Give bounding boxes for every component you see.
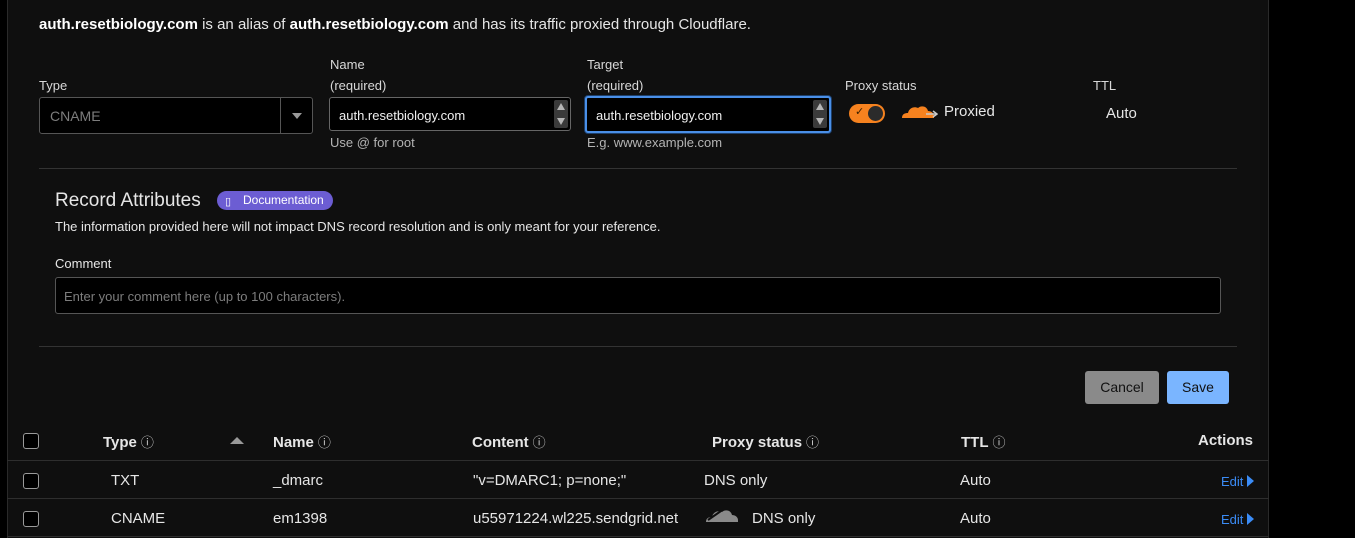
edit-button[interactable]: Edit bbox=[1221, 474, 1255, 489]
info-icon[interactable]: ⓘ bbox=[533, 435, 546, 450]
row-content: u55971224.wl225.sendgrid.net bbox=[473, 510, 679, 527]
record-attributes-description: The information provided here will not i… bbox=[55, 219, 661, 234]
alias-notice: auth.resetbiology.com is an alias of aut… bbox=[39, 16, 751, 33]
caret-right-icon bbox=[1247, 475, 1255, 487]
divider bbox=[39, 168, 1237, 169]
row-name: em1398 bbox=[273, 510, 328, 527]
record-attributes-title: Record Attributes bbox=[55, 190, 201, 211]
sort-ascending-icon[interactable] bbox=[230, 437, 244, 444]
comment-input[interactable]: Enter your comment here (up to 100 chara… bbox=[55, 277, 1221, 314]
column-header-ttl[interactable]: TTL ⓘ bbox=[961, 432, 1006, 451]
row-type: CNAME bbox=[111, 510, 166, 527]
row-divider bbox=[7, 498, 1269, 499]
column-header-actions: Actions bbox=[1198, 432, 1254, 449]
name-required: (required) bbox=[330, 78, 387, 93]
column-header-type[interactable]: Type ⓘ bbox=[103, 432, 154, 451]
name-hint: Use @ for root bbox=[330, 135, 415, 150]
column-header-name-label: Name bbox=[273, 434, 314, 451]
row-divider bbox=[7, 536, 1269, 537]
documentation-link[interactable]: ▯ Documentation bbox=[217, 191, 333, 210]
select-all-checkbox[interactable] bbox=[23, 433, 39, 449]
grey-cloud-icon bbox=[706, 510, 738, 522]
target-input[interactable]: auth.resetbiology.com bbox=[585, 96, 831, 133]
row-ttl: Auto bbox=[960, 510, 991, 527]
edit-label: Edit bbox=[1221, 474, 1244, 489]
row-name: _dmarc bbox=[273, 472, 324, 489]
info-icon[interactable]: ⓘ bbox=[318, 435, 331, 450]
type-label: Type bbox=[39, 78, 68, 93]
row-checkbox[interactable] bbox=[23, 473, 39, 489]
row-proxy-status: DNS only bbox=[752, 510, 816, 527]
check-icon: ✓ bbox=[855, 106, 865, 118]
target-hint: E.g. www.example.com bbox=[587, 135, 723, 150]
alias-text-1: is an alias of bbox=[202, 16, 286, 33]
target-label: Target bbox=[587, 57, 624, 72]
alias-host: auth.resetbiology.com bbox=[39, 16, 198, 33]
page-background bbox=[1270, 0, 1355, 538]
type-select[interactable]: CNAME bbox=[39, 97, 313, 134]
edit-button[interactable]: Edit bbox=[1221, 512, 1255, 527]
resize-stepper-icon[interactable] bbox=[554, 100, 568, 128]
proxy-status-value: Proxied bbox=[944, 103, 995, 120]
column-header-type-label: Type bbox=[103, 434, 137, 451]
row-ttl: Auto bbox=[960, 472, 991, 489]
cancel-button[interactable]: Cancel bbox=[1085, 371, 1159, 404]
alias-target: auth.resetbiology.com bbox=[289, 16, 449, 33]
column-header-content[interactable]: Content ⓘ bbox=[472, 432, 546, 451]
info-icon[interactable]: ⓘ bbox=[806, 435, 819, 450]
divider bbox=[39, 346, 1237, 347]
row-type: TXT bbox=[111, 472, 140, 489]
comment-placeholder: Enter your comment here (up to 100 chara… bbox=[64, 289, 346, 304]
proxy-toggle[interactable]: ✓ bbox=[849, 104, 885, 123]
column-header-proxy-label: Proxy status bbox=[712, 434, 803, 451]
row-checkbox[interactable] bbox=[23, 511, 39, 527]
column-header-name[interactable]: Name ⓘ bbox=[273, 432, 331, 451]
resize-stepper-icon[interactable] bbox=[813, 100, 827, 128]
type-value: CNAME bbox=[50, 108, 101, 124]
row-content: "v=DMARC1; p=none;" bbox=[473, 472, 627, 489]
name-input[interactable]: auth.resetbiology.com bbox=[329, 97, 571, 131]
edit-label: Edit bbox=[1221, 512, 1244, 527]
target-value: auth.resetbiology.com bbox=[596, 108, 723, 123]
proxy-status-label: Proxy status bbox=[845, 78, 917, 93]
book-icon: ▯ bbox=[225, 196, 232, 208]
ttl-label: TTL bbox=[1093, 78, 1117, 93]
name-label: Name bbox=[330, 57, 365, 72]
name-value: auth.resetbiology.com bbox=[339, 108, 466, 123]
caret-right-icon bbox=[1247, 513, 1255, 525]
info-icon[interactable]: ⓘ bbox=[141, 435, 154, 450]
documentation-label: Documentation bbox=[243, 193, 324, 207]
comment-label: Comment bbox=[55, 256, 112, 271]
column-header-ttl-label: TTL bbox=[961, 434, 989, 451]
row-divider bbox=[7, 460, 1269, 461]
orange-cloud-icon bbox=[902, 106, 938, 118]
row-proxy-status: DNS only bbox=[704, 472, 768, 489]
column-header-proxy-status[interactable]: Proxy status ⓘ bbox=[712, 432, 819, 451]
chevron-down-icon[interactable] bbox=[280, 98, 312, 133]
target-required: (required) bbox=[587, 78, 644, 93]
column-header-content-label: Content bbox=[472, 434, 529, 451]
alias-text-2: and has its traffic proxied through Clou… bbox=[452, 16, 751, 33]
toggle-knob bbox=[868, 106, 883, 121]
ttl-value[interactable]: Auto bbox=[1106, 105, 1137, 122]
save-button[interactable]: Save bbox=[1167, 371, 1229, 404]
info-icon[interactable]: ⓘ bbox=[993, 435, 1006, 450]
